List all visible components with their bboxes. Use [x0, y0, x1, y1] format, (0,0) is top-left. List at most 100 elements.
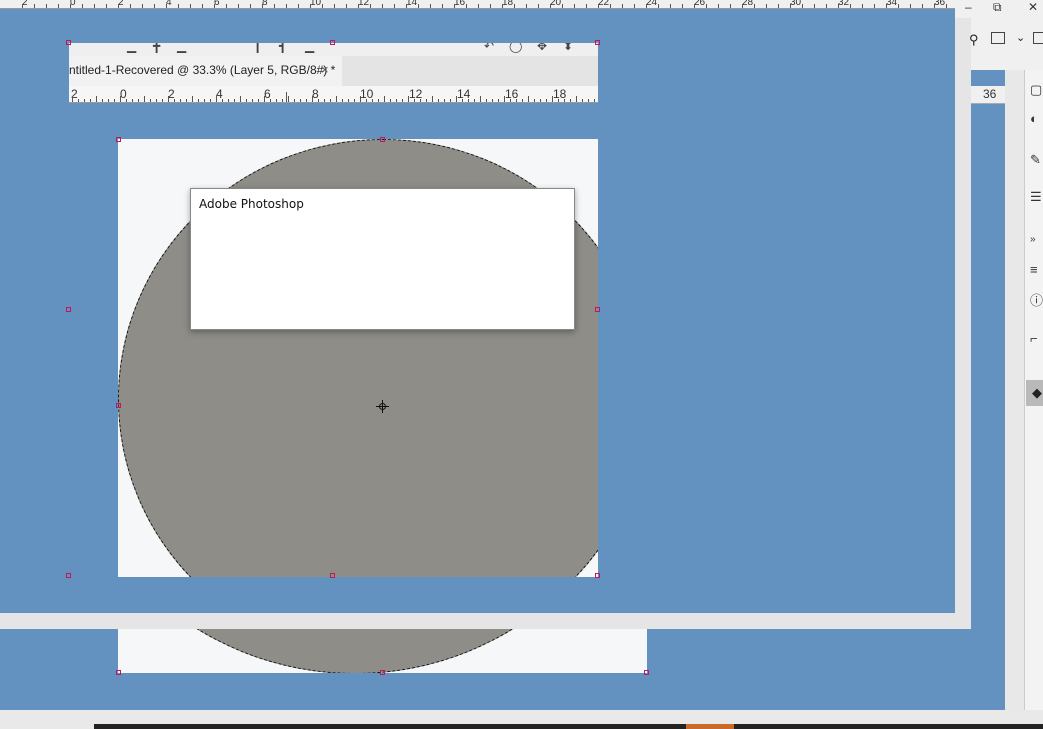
ruler-label: 36: [983, 87, 997, 101]
taskbar-active-item[interactable]: [686, 724, 734, 729]
ruler-tick: [850, 4, 851, 8]
color-icon[interactable]: ▢: [1030, 82, 1043, 98]
ruler-tick: [72, 96, 73, 102]
transform-handle[interactable]: [116, 137, 121, 142]
ruler-tick: [322, 4, 323, 8]
history-icon[interactable]: ☰: [1030, 189, 1043, 205]
workspace-icon[interactable]: [991, 32, 1005, 44]
align-center-icon[interactable]: ╋: [153, 43, 160, 53]
transform-handle[interactable]: [595, 307, 600, 312]
ruler-tick: [94, 4, 95, 8]
ruler-tick: [214, 4, 215, 8]
ruler-tick: [166, 4, 167, 8]
ruler-tick: [862, 4, 863, 8]
paths-icon[interactable]: ⌐: [1030, 331, 1043, 346]
photoshop-dialog[interactable]: Adobe Photoshop: [190, 188, 575, 330]
transform-handle[interactable]: [595, 40, 600, 45]
ruler-tick: [114, 99, 115, 102]
distribute-center-icon[interactable]: ┫: [279, 43, 286, 53]
ruler-tick: [418, 4, 419, 8]
search-icon[interactable]: ⚲: [969, 32, 979, 48]
distribute-bottom-icon[interactable]: ▁: [305, 43, 314, 53]
ruler-label: 26: [694, 0, 706, 8]
layers-panel-button[interactable]: ◆: [1026, 380, 1043, 406]
transform-handle[interactable]: [644, 670, 649, 675]
ruler-tick: [694, 4, 695, 8]
rotate-3d-icon[interactable]: ↶: [484, 43, 494, 53]
roll-3d-icon[interactable]: ◯: [509, 43, 522, 53]
background-document-canvas[interactable]: [118, 629, 647, 673]
panel-collapse-icon[interactable]: »: [1030, 234, 1043, 245]
transform-handle[interactable]: [66, 307, 71, 312]
ruler-tick: [486, 99, 487, 102]
ruler-tick: [564, 99, 565, 102]
ruler-tick: [432, 96, 433, 102]
ruler-tick: [84, 99, 85, 102]
transform-handle[interactable]: [66, 573, 71, 578]
transform-handle[interactable]: [330, 40, 335, 45]
ruler-tick: [382, 4, 383, 8]
transform-handle[interactable]: [116, 670, 121, 675]
document-tab-title[interactable]: ntitled-1-Recovered @ 33.3% (Layer 5, RG…: [69, 63, 335, 77]
chevron-down-icon[interactable]: ⌄: [1016, 31, 1025, 44]
ruler-tick: [504, 96, 505, 102]
ruler-label: 10: [310, 0, 322, 8]
align-left-icon[interactable]: ▁: [127, 43, 136, 53]
distribute-icon[interactable]: ┃: [254, 43, 261, 53]
background-window-scrollbar-vertical[interactable]: [955, 18, 971, 629]
ruler-tick: [234, 99, 235, 102]
ruler-tick: [610, 4, 611, 8]
ruler-tick: [552, 96, 553, 102]
ruler-tick: [598, 4, 599, 8]
brush-icon[interactable]: ✎: [1030, 152, 1043, 168]
ruler-tick: [934, 4, 935, 8]
ruler-tick: [372, 99, 373, 102]
info-icon[interactable]: ⓘ: [1030, 290, 1043, 309]
ruler-tick: [456, 96, 457, 102]
close-icon[interactable]: ×: [321, 62, 329, 77]
ruler-tick: [252, 99, 253, 102]
ruler-tick: [426, 99, 427, 102]
background-window-scrollbar-horizontal[interactable]: [0, 613, 971, 629]
swatches-icon[interactable]: ◐: [1030, 111, 1043, 126]
transform-handle[interactable]: [66, 40, 71, 45]
crosshair-icon[interactable]: [376, 400, 389, 413]
ruler-tick: [778, 4, 779, 8]
ruler-tick: [514, 4, 515, 8]
selected-circle-shape[interactable]: [118, 629, 647, 673]
share-icon[interactable]: [1033, 32, 1043, 44]
ruler-tick: [444, 99, 445, 102]
ruler-tick: [154, 4, 155, 8]
slide-3d-icon[interactable]: ⬍: [563, 43, 573, 53]
transform-handle[interactable]: [380, 670, 385, 675]
minimize-button[interactable]: –: [965, 0, 972, 14]
ruler-tick: [288, 96, 289, 102]
transform-handle[interactable]: [330, 573, 335, 578]
ruler-tick: [478, 4, 479, 8]
ruler-tick: [82, 4, 83, 8]
ruler-tick: [622, 4, 623, 8]
transform-handle[interactable]: [380, 137, 385, 142]
document-horizontal-ruler[interactable]: 2 0 2 4 6 8 10 12 14 16 18: [69, 86, 598, 103]
ruler-label: 24: [646, 0, 658, 8]
background-window-ruler-end: 36: [971, 86, 1005, 104]
ruler-tick: [414, 99, 415, 102]
ruler-tick: [402, 99, 403, 102]
ruler-tick: [118, 4, 119, 8]
restore-button[interactable]: ⧉: [993, 0, 1002, 15]
ruler-tick: [132, 99, 133, 102]
ruler-tick: [330, 99, 331, 102]
ruler-tick: [318, 99, 319, 102]
adjustments-icon[interactable]: ≡: [1030, 262, 1043, 277]
ruler-tick: [162, 99, 163, 102]
ruler-tick: [310, 4, 311, 8]
transform-handle[interactable]: [595, 573, 600, 578]
drag-3d-icon[interactable]: ✥: [537, 43, 547, 53]
ruler-tick: [204, 99, 205, 102]
ruler-tick: [150, 99, 151, 102]
align-right-icon[interactable]: ▁: [177, 43, 186, 53]
transform-handle[interactable]: [116, 403, 121, 408]
ruler-tick: [646, 4, 647, 8]
layers-icon: ◆: [1032, 385, 1042, 400]
close-window-button[interactable]: ✕: [1028, 0, 1038, 14]
